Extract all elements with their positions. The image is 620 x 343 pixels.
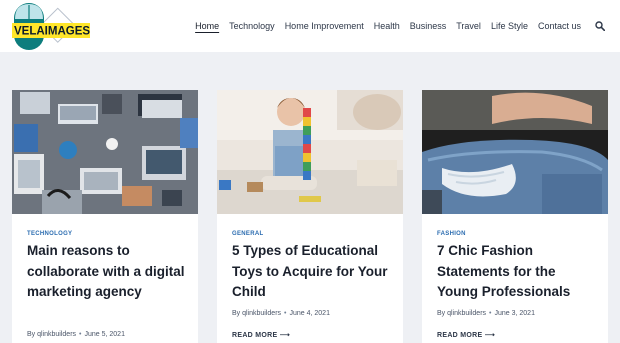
post-category[interactable]: GENERAL <box>232 231 263 237</box>
search-icon <box>595 21 605 31</box>
post-date: June 3, 2021 <box>494 310 535 317</box>
child-toys-photo <box>217 90 403 214</box>
office-desk-photo <box>12 90 198 214</box>
nav-item-health[interactable]: Health <box>374 21 400 31</box>
main-nav: Home Technology Home Improvement Health … <box>195 0 620 52</box>
post-thumbnail[interactable] <box>422 90 608 214</box>
post-category[interactable]: TECHNOLOGY <box>27 231 72 237</box>
ripped-jeans-photo <box>422 90 608 214</box>
post-date: June 5, 2021 <box>84 331 125 338</box>
post-grid: TECHNOLOGY Main reasons to collaborate w… <box>12 90 608 343</box>
logo-text: VELAIMAGES <box>14 26 90 38</box>
post-author[interactable]: By qlinkbuilders <box>437 310 486 317</box>
post-title[interactable]: 7 Chic Fashion Statements for the Young … <box>437 241 597 303</box>
logo-mark: VELAIMAGES <box>12 3 90 50</box>
post-thumbnail[interactable] <box>12 90 198 214</box>
post-date: June 4, 2021 <box>289 310 330 317</box>
read-more-link[interactable]: READ MORE ⟶ <box>232 331 290 339</box>
post-card: FASHION 7 Chic Fashion Statements for th… <box>422 90 608 343</box>
post-title[interactable]: Main reasons to collaborate with a digit… <box>27 241 187 303</box>
read-more-link[interactable]: READ MORE ⟶ <box>437 331 495 339</box>
nav-item-home-improvement[interactable]: Home Improvement <box>285 21 364 31</box>
post-category[interactable]: FASHION <box>437 231 466 237</box>
post-card: GENERAL 5 Types of Educational Toys to A… <box>217 90 403 343</box>
post-card: TECHNOLOGY Main reasons to collaborate w… <box>12 90 198 343</box>
nav-item-business[interactable]: Business <box>410 21 447 31</box>
post-thumbnail[interactable] <box>217 90 403 214</box>
search-button[interactable] <box>595 21 605 31</box>
nav-item-life-style[interactable]: Life Style <box>491 21 528 31</box>
site-logo[interactable]: VELAIMAGES <box>12 3 90 50</box>
post-author[interactable]: By qlinkbuilders <box>27 331 76 338</box>
site-header: VELAIMAGES Home Technology Home Improvem… <box>0 0 620 52</box>
post-meta: By qlinkbuilders • June 4, 2021 <box>232 310 330 317</box>
nav-item-technology[interactable]: Technology <box>229 21 275 31</box>
post-meta: By qlinkbuilders • June 5, 2021 <box>27 331 125 338</box>
post-author[interactable]: By qlinkbuilders <box>232 310 281 317</box>
post-meta: By qlinkbuilders • June 3, 2021 <box>437 310 535 317</box>
post-title[interactable]: 5 Types of Educational Toys to Acquire f… <box>232 241 392 303</box>
nav-item-travel[interactable]: Travel <box>456 21 481 31</box>
nav-item-home[interactable]: Home <box>195 21 219 31</box>
nav-item-contact-us[interactable]: Contact us <box>538 21 581 31</box>
